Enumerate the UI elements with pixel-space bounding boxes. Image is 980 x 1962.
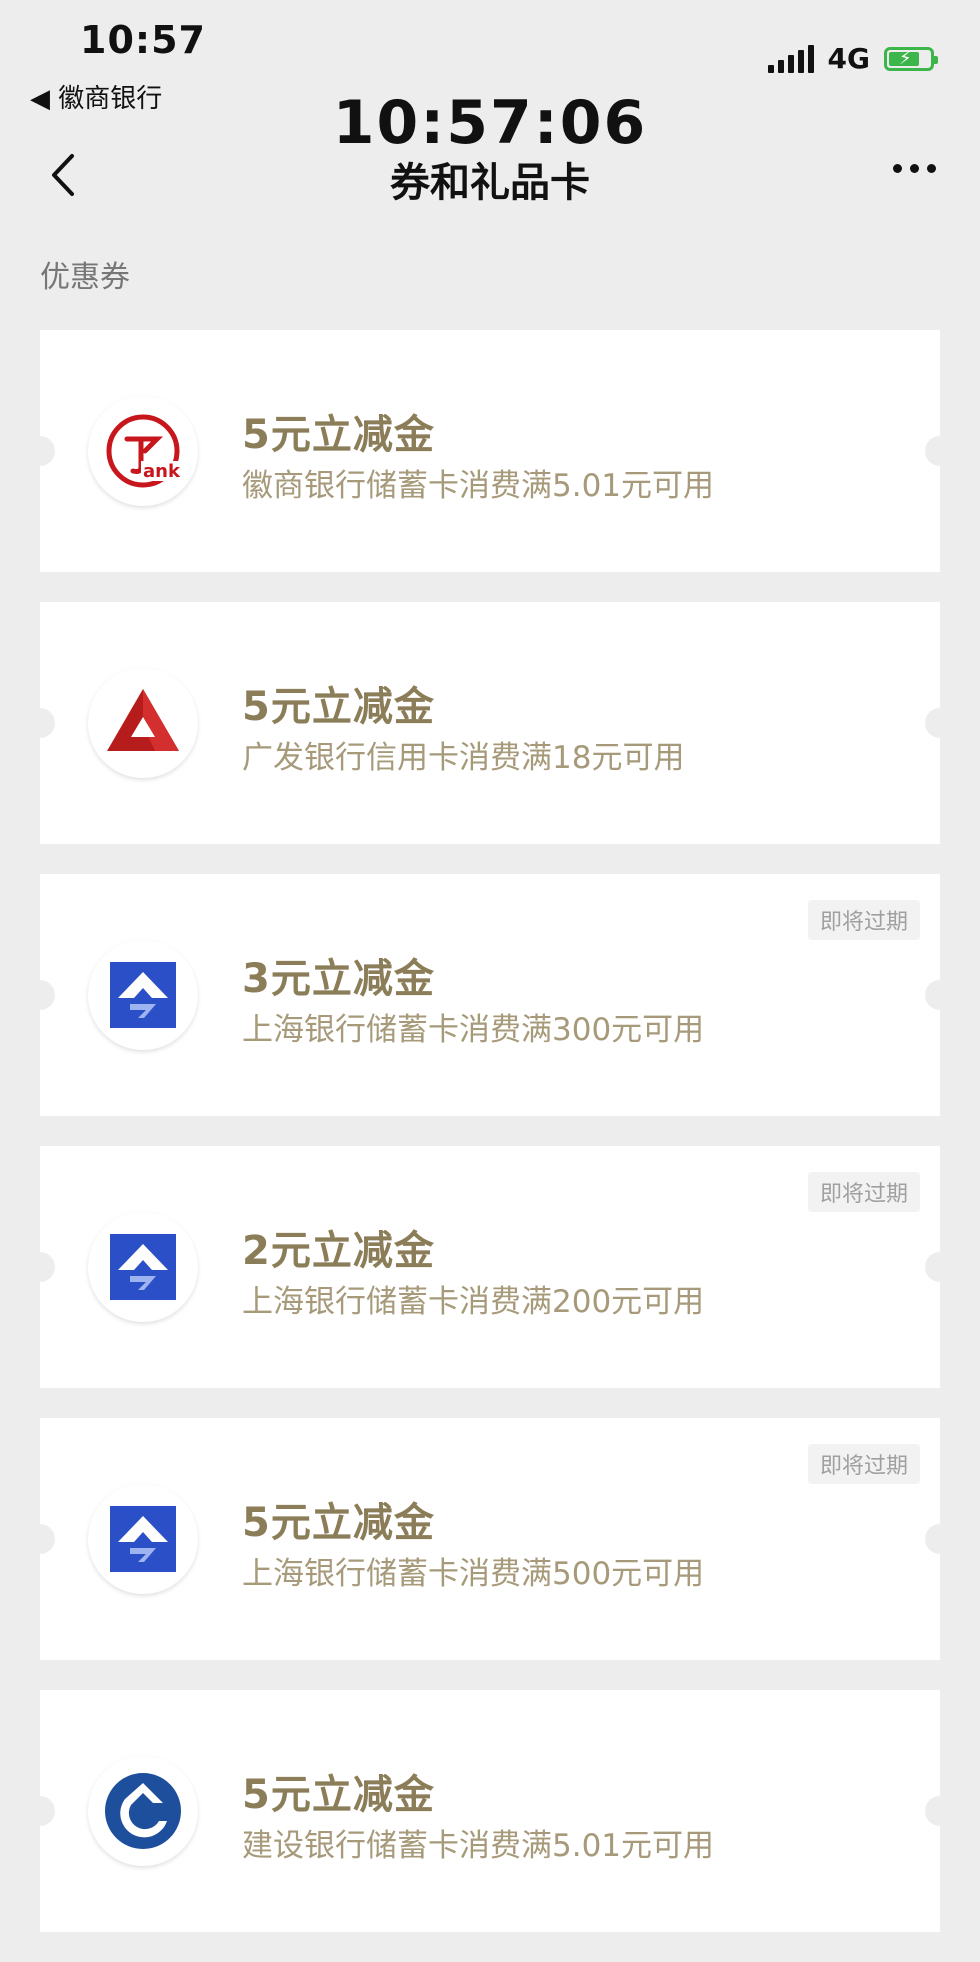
status-time: 10:57 <box>80 18 206 62</box>
coupon-card[interactable]: ank 5元立减金 徽商银行储蓄卡消费满5.01元可用 <box>25 330 955 572</box>
cgb-logo-icon <box>88 668 198 778</box>
coupon-desc: 上海银行储蓄卡消费满200元可用 <box>242 1284 705 1320</box>
coupon-card[interactable]: 即将过期 2元立减金 上海银行储蓄卡消费满200元可用 <box>25 1146 955 1388</box>
coupon-title: 2元立减金 <box>242 1228 435 1274</box>
network-type: 4G <box>827 42 870 75</box>
section-label-coupons: 优惠券 <box>40 260 130 295</box>
coupon-desc: 广发银行信用卡消费满18元可用 <box>242 740 685 776</box>
coupon-title: 5元立减金 <box>242 1500 435 1546</box>
coupon-card[interactable]: 5元立减金 广发银行信用卡消费满18元可用 <box>25 602 955 844</box>
nav-bar: 券和礼品卡 <box>0 140 980 210</box>
coupon-card[interactable]: 5元立减金 建设银行储蓄卡消费满5.01元可用 <box>25 1690 955 1932</box>
coupon-desc: 徽商银行储蓄卡消费满5.01元可用 <box>242 468 715 504</box>
coupon-title: 5元立减金 <box>242 684 435 730</box>
coupon-title: 3元立减金 <box>242 956 435 1002</box>
ccb-logo-icon <box>88 1756 198 1866</box>
page-title: 券和礼品卡 <box>390 160 590 206</box>
svg-text:ank: ank <box>143 461 181 482</box>
signal-icon <box>767 44 814 73</box>
coupon-desc: 建设银行储蓄卡消费满5.01元可用 <box>242 1828 715 1864</box>
coupon-title: 5元立减金 <box>242 1772 435 1818</box>
expiring-soon-badge: 即将过期 <box>807 900 920 940</box>
coupon-card[interactable]: 即将过期 5元立减金 上海银行储蓄卡消费满500元可用 <box>25 1418 955 1660</box>
coupon-title: 5元立减金 <box>242 412 435 458</box>
expiring-soon-badge: 即将过期 <box>807 1444 920 1484</box>
coupon-desc: 上海银行储蓄卡消费满300元可用 <box>242 1012 705 1048</box>
bank-of-shanghai-logo-icon <box>88 1212 198 1322</box>
coupon-list: ank 5元立减金 徽商银行储蓄卡消费满5.01元可用 5元立减金 广发银行信用… <box>25 330 955 1962</box>
expiring-soon-badge: 即将过期 <box>807 1172 920 1212</box>
huishang-bank-logo-icon: ank <box>88 396 198 506</box>
battery-charging-icon: ⚡ <box>884 46 938 71</box>
coupon-desc: 上海银行储蓄卡消费满500元可用 <box>242 1556 705 1592</box>
bank-of-shanghai-logo-icon <box>88 940 198 1050</box>
bank-of-shanghai-logo-icon <box>88 1484 198 1594</box>
coupon-card[interactable]: 即将过期 3元立减金 上海银行储蓄卡消费满300元可用 <box>25 874 955 1116</box>
status-indicators: 4G ⚡ <box>767 42 938 75</box>
more-options-icon[interactable] <box>893 164 936 173</box>
